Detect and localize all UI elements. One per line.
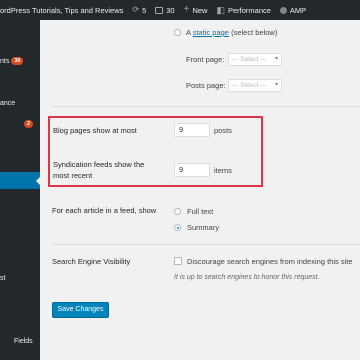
admin-sidebar: nts 30 ance 2 st Fields [0,20,40,360]
honor-note: It is up to search engines to honor this… [174,274,320,281]
static-page-radio[interactable] [174,29,181,36]
blog-pages-unit: posts [214,126,232,135]
syndication-label-line2: most recent [53,171,93,180]
feed-label: For each article in a feed, show [52,206,157,215]
sidebar-item-label: nts [0,57,10,65]
sidebar-item-label: Fields [14,338,33,345]
full-text-label: Full text [187,207,214,216]
sidebar-item-label: ance [0,100,16,107]
site-name-link[interactable]: ordPress Tutorials, Tips and Reviews [0,6,123,15]
comments-icon [155,6,164,14]
posts-page-select-value: — Select — [232,82,267,89]
summary-label: Summary [187,223,220,232]
new-label: New [192,5,208,15]
sidebar-item-plugins[interactable]: 2 [22,120,34,128]
syndication-input[interactable]: 9 [174,163,210,177]
static-page-link[interactable]: static page [193,28,229,37]
amp-icon [279,6,287,14]
syndication-unit: items [214,166,232,175]
section-divider [52,106,360,107]
full-text-radio[interactable] [174,208,181,215]
new-content-link[interactable]: + New [184,5,208,15]
performance-link[interactable]: ◧ Performance [216,4,271,15]
updates-link[interactable]: ⟳ 5 [132,6,146,15]
posts-page-label: Posts page: [186,81,226,90]
static-page-option: A static page (select below) [186,28,277,37]
sidebar-item-settings-active[interactable] [0,172,40,189]
chevron-down-icon: ▾ [274,56,278,62]
section-divider [52,244,360,245]
site-name: ordPress Tutorials, Tips and Reviews [0,5,124,15]
summary-radio[interactable] [174,224,181,231]
sidebar-item-appearance[interactable]: ance [0,100,15,107]
sidebar-item-post[interactable]: st [0,275,5,282]
sidebar-item-comments[interactable]: nts 30 [0,57,24,65]
syndication-label-line1: Syndication feeds show the [53,160,145,169]
blog-pages-input[interactable]: 9 [174,123,210,137]
front-page-select-value: — Select — [232,56,267,63]
updates-count: 5 [142,5,147,15]
plugins-badge: 2 [24,120,34,128]
comments-badge: 30 [11,57,24,65]
sidebar-item-fields[interactable]: Fields [14,338,33,345]
blog-pages-label: Blog pages show at most [53,126,137,135]
posts-page-select[interactable]: — Select — ▾ [228,79,282,92]
static-page-suffix: (select below) [231,28,278,37]
gauge-icon: ◧ [216,4,225,15]
discourage-checkbox[interactable] [174,257,182,265]
performance-label: Performance [227,5,271,15]
discourage-label: Discourage search engines from indexing … [187,257,353,266]
plus-icon: + [183,4,190,15]
amp-label: AMP [289,5,307,15]
static-page-prefix: A [186,28,191,37]
chevron-down-icon: ▾ [274,82,278,88]
sidebar-item-label: st [0,275,6,282]
updates-icon: ⟳ [132,5,140,14]
amp-link[interactable]: AMP [279,5,307,15]
front-page-label: Front page: [186,55,225,64]
front-page-select[interactable]: — Select — ▾ [228,53,282,66]
comments-count: 30 [166,5,175,15]
comments-link[interactable]: 30 [155,5,175,15]
search-engine-label: Search Engine Visibility [52,257,131,266]
save-changes-button[interactable]: Save Changes [52,302,109,318]
admin-bar: ordPress Tutorials, Tips and Reviews ⟳ 5… [0,0,360,20]
active-arrow-icon [36,176,40,186]
